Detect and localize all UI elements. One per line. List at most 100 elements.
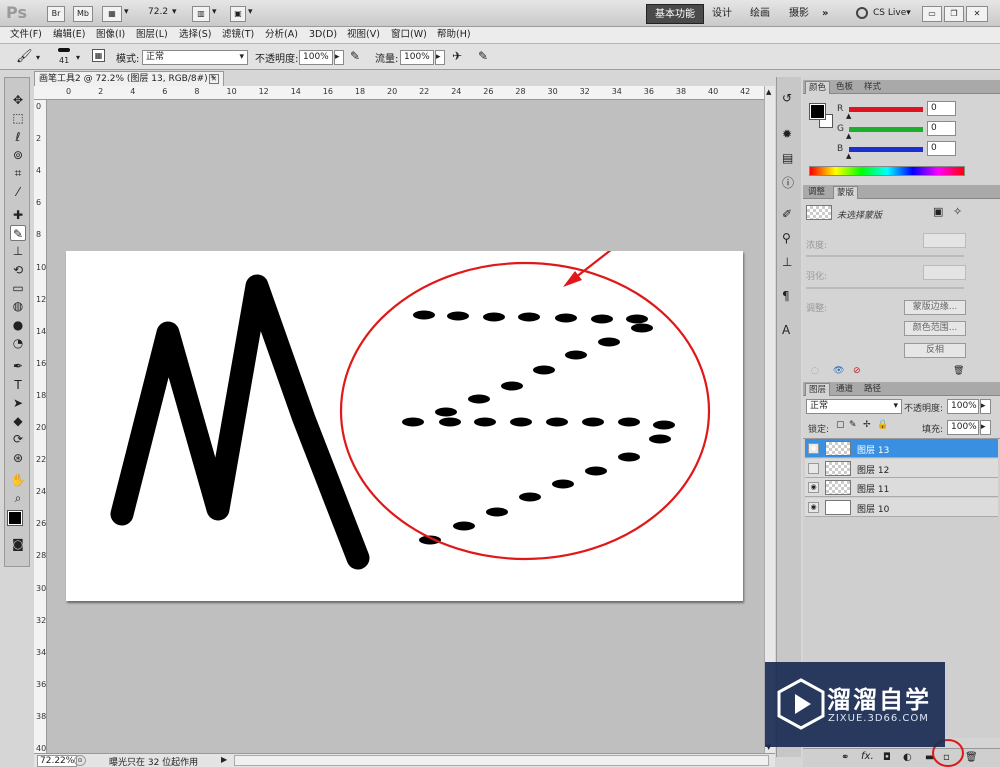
- fx-icon[interactable]: fx.: [861, 751, 874, 762]
- minimize-button[interactable]: ▭: [922, 6, 942, 22]
- brush-panel-icon[interactable]: ▦: [92, 49, 105, 62]
- tab-paths[interactable]: 路径: [861, 383, 884, 396]
- tool-presets-icon[interactable]: ⊥: [782, 255, 792, 269]
- workspace-essentials[interactable]: 基本功能: [646, 4, 704, 24]
- menu-select[interactable]: 选择(S): [179, 28, 211, 42]
- invert-button[interactable]: 反相: [904, 343, 966, 358]
- document-tab[interactable]: 画笔工具2 @ 72.2% (图层 13, RGB/8#) * ✕: [34, 71, 224, 86]
- lock-image-icon[interactable]: ✎: [849, 420, 857, 430]
- paragraph-icon[interactable]: ¶: [782, 289, 790, 303]
- view-extras-icon[interactable]: ▦: [102, 6, 122, 22]
- chevron-right-icon[interactable]: ▶: [221, 755, 227, 764]
- 3d-rotate-tool-icon[interactable]: ⟳: [10, 431, 26, 447]
- workspace-design[interactable]: 设计: [704, 4, 740, 24]
- layer-opacity-input[interactable]: 100%: [947, 399, 979, 414]
- menu-edit[interactable]: 编辑(E): [53, 28, 85, 42]
- quick-select-tool-icon[interactable]: ⊚: [10, 147, 26, 163]
- color-ramp[interactable]: [809, 166, 965, 176]
- airbrush-icon[interactable]: ✈: [452, 49, 462, 63]
- close-icon[interactable]: ✕: [966, 6, 988, 22]
- chevron-right-icon[interactable]: ▸: [980, 399, 991, 414]
- menu-layer[interactable]: 图层(L): [136, 28, 168, 42]
- bridge-button[interactable]: Br: [47, 6, 65, 22]
- tab-styles[interactable]: 样式: [861, 81, 884, 94]
- menu-filter[interactable]: 滤镜(T): [222, 28, 254, 42]
- vertical-scrollbar[interactable]: ▲ ▼: [764, 86, 775, 753]
- density-input[interactable]: [923, 233, 966, 248]
- lock-transparent-icon[interactable]: ▢: [836, 420, 845, 430]
- vector-mask-icon[interactable]: ✧: [953, 205, 962, 218]
- brush-size[interactable]: 41: [59, 56, 69, 65]
- chevron-down-icon[interactable]: ▾: [36, 53, 40, 62]
- layer-row[interactable]: ◉ 图层 13: [805, 439, 998, 458]
- flow-input[interactable]: 100%: [400, 50, 434, 65]
- tab-layers[interactable]: 图层: [805, 383, 831, 396]
- quick-mask-icon[interactable]: ◙: [10, 536, 26, 552]
- menu-3d[interactable]: 3D(D): [309, 28, 337, 42]
- character-icon[interactable]: A: [782, 323, 790, 337]
- more-workspaces-button[interactable]: »: [814, 4, 836, 24]
- pen-tool-icon[interactable]: ✒: [10, 358, 26, 374]
- mask-edge-button[interactable]: 蒙版边缘...: [904, 300, 966, 315]
- 3d-orbit-tool-icon[interactable]: ⊛: [10, 450, 26, 466]
- layer-row[interactable]: ◉ 图层 11: [805, 478, 998, 497]
- status-zoom[interactable]: 72.22%: [37, 755, 78, 767]
- chevron-down-icon[interactable]: ▾: [124, 7, 129, 17]
- chevron-down-icon[interactable]: ▾: [248, 7, 253, 17]
- tab-channels[interactable]: 通道: [833, 383, 856, 396]
- clone-source-icon[interactable]: ⚲: [782, 231, 791, 245]
- tab-adjustments[interactable]: 调整: [805, 186, 828, 199]
- menu-file[interactable]: 文件(F): [10, 28, 42, 42]
- chevron-right-icon[interactable]: ▸: [334, 50, 344, 65]
- menu-help[interactable]: 帮助(H): [437, 28, 471, 42]
- load-selection-icon[interactable]: ◌: [811, 366, 819, 376]
- feather-input[interactable]: [923, 265, 966, 280]
- menu-analysis[interactable]: 分析(A): [265, 28, 298, 42]
- healing-brush-tool-icon[interactable]: ✚: [10, 207, 26, 223]
- eye-icon[interactable]: ◉: [808, 482, 819, 493]
- opacity-input[interactable]: 100%: [299, 50, 333, 65]
- adjustment-layer-icon[interactable]: ◐: [903, 752, 912, 763]
- status-info-icon[interactable]: ⊙: [74, 755, 86, 766]
- paint-bucket-tool-icon[interactable]: ◍: [10, 298, 26, 314]
- history-icon[interactable]: ↺: [782, 91, 792, 105]
- shape-tool-icon[interactable]: ◆: [10, 413, 26, 429]
- link-layers-icon[interactable]: ⚭: [841, 752, 849, 763]
- add-mask-icon[interactable]: ◘: [883, 752, 891, 763]
- arrange-documents-icon[interactable]: ▥: [192, 6, 210, 22]
- density-slider[interactable]: [806, 255, 964, 257]
- mode-select[interactable]: 正常 ▾: [142, 50, 248, 65]
- slider-handle[interactable]: ▲: [846, 112, 851, 120]
- slider-handle[interactable]: ▲: [846, 132, 851, 140]
- channel-slider[interactable]: [849, 127, 923, 132]
- path-select-tool-icon[interactable]: ➤: [10, 395, 26, 411]
- layer-row[interactable]: 图层 12: [805, 458, 998, 478]
- move-tool-icon[interactable]: ✥: [10, 92, 26, 108]
- layer-row[interactable]: ◉ 图层 10: [805, 497, 998, 517]
- feather-slider[interactable]: [806, 287, 964, 289]
- type-tool-icon[interactable]: T: [10, 377, 26, 393]
- workspace-painting[interactable]: 绘画: [742, 4, 778, 24]
- channel-value-input[interactable]: 0: [927, 141, 956, 156]
- cs-live-button[interactable]: CS Live▾: [873, 8, 911, 18]
- eraser-tool-icon[interactable]: ▭: [10, 280, 26, 296]
- brush-tool-icon[interactable]: ✎: [10, 225, 26, 242]
- tab-swatches[interactable]: 色板: [833, 81, 856, 94]
- lasso-tool-icon[interactable]: ℓ: [10, 129, 26, 145]
- lock-all-icon[interactable]: 🔒: [877, 420, 888, 430]
- trash-icon[interactable]: 🗑: [953, 366, 964, 376]
- hand-tool-icon[interactable]: ✋: [10, 472, 26, 488]
- eye-icon[interactable]: ◉: [808, 501, 819, 513]
- eye-icon[interactable]: [808, 462, 819, 474]
- channel-value-input[interactable]: 0: [927, 121, 956, 136]
- foreground-color-swatch[interactable]: [809, 103, 826, 120]
- pressure-opacity-icon[interactable]: ✎: [350, 49, 360, 63]
- channel-value-input[interactable]: 0: [927, 101, 956, 116]
- tab-color[interactable]: 颜色: [805, 81, 831, 94]
- history-brush-tool-icon[interactable]: ⟲: [10, 262, 26, 278]
- brush-presets-icon[interactable]: ✐: [782, 207, 792, 221]
- dodge-tool-icon[interactable]: ◔: [10, 335, 26, 351]
- clone-stamp-tool-icon[interactable]: ⊥: [10, 243, 26, 259]
- slider-handle[interactable]: ▲: [846, 152, 851, 160]
- document-canvas[interactable]: [66, 203, 743, 601]
